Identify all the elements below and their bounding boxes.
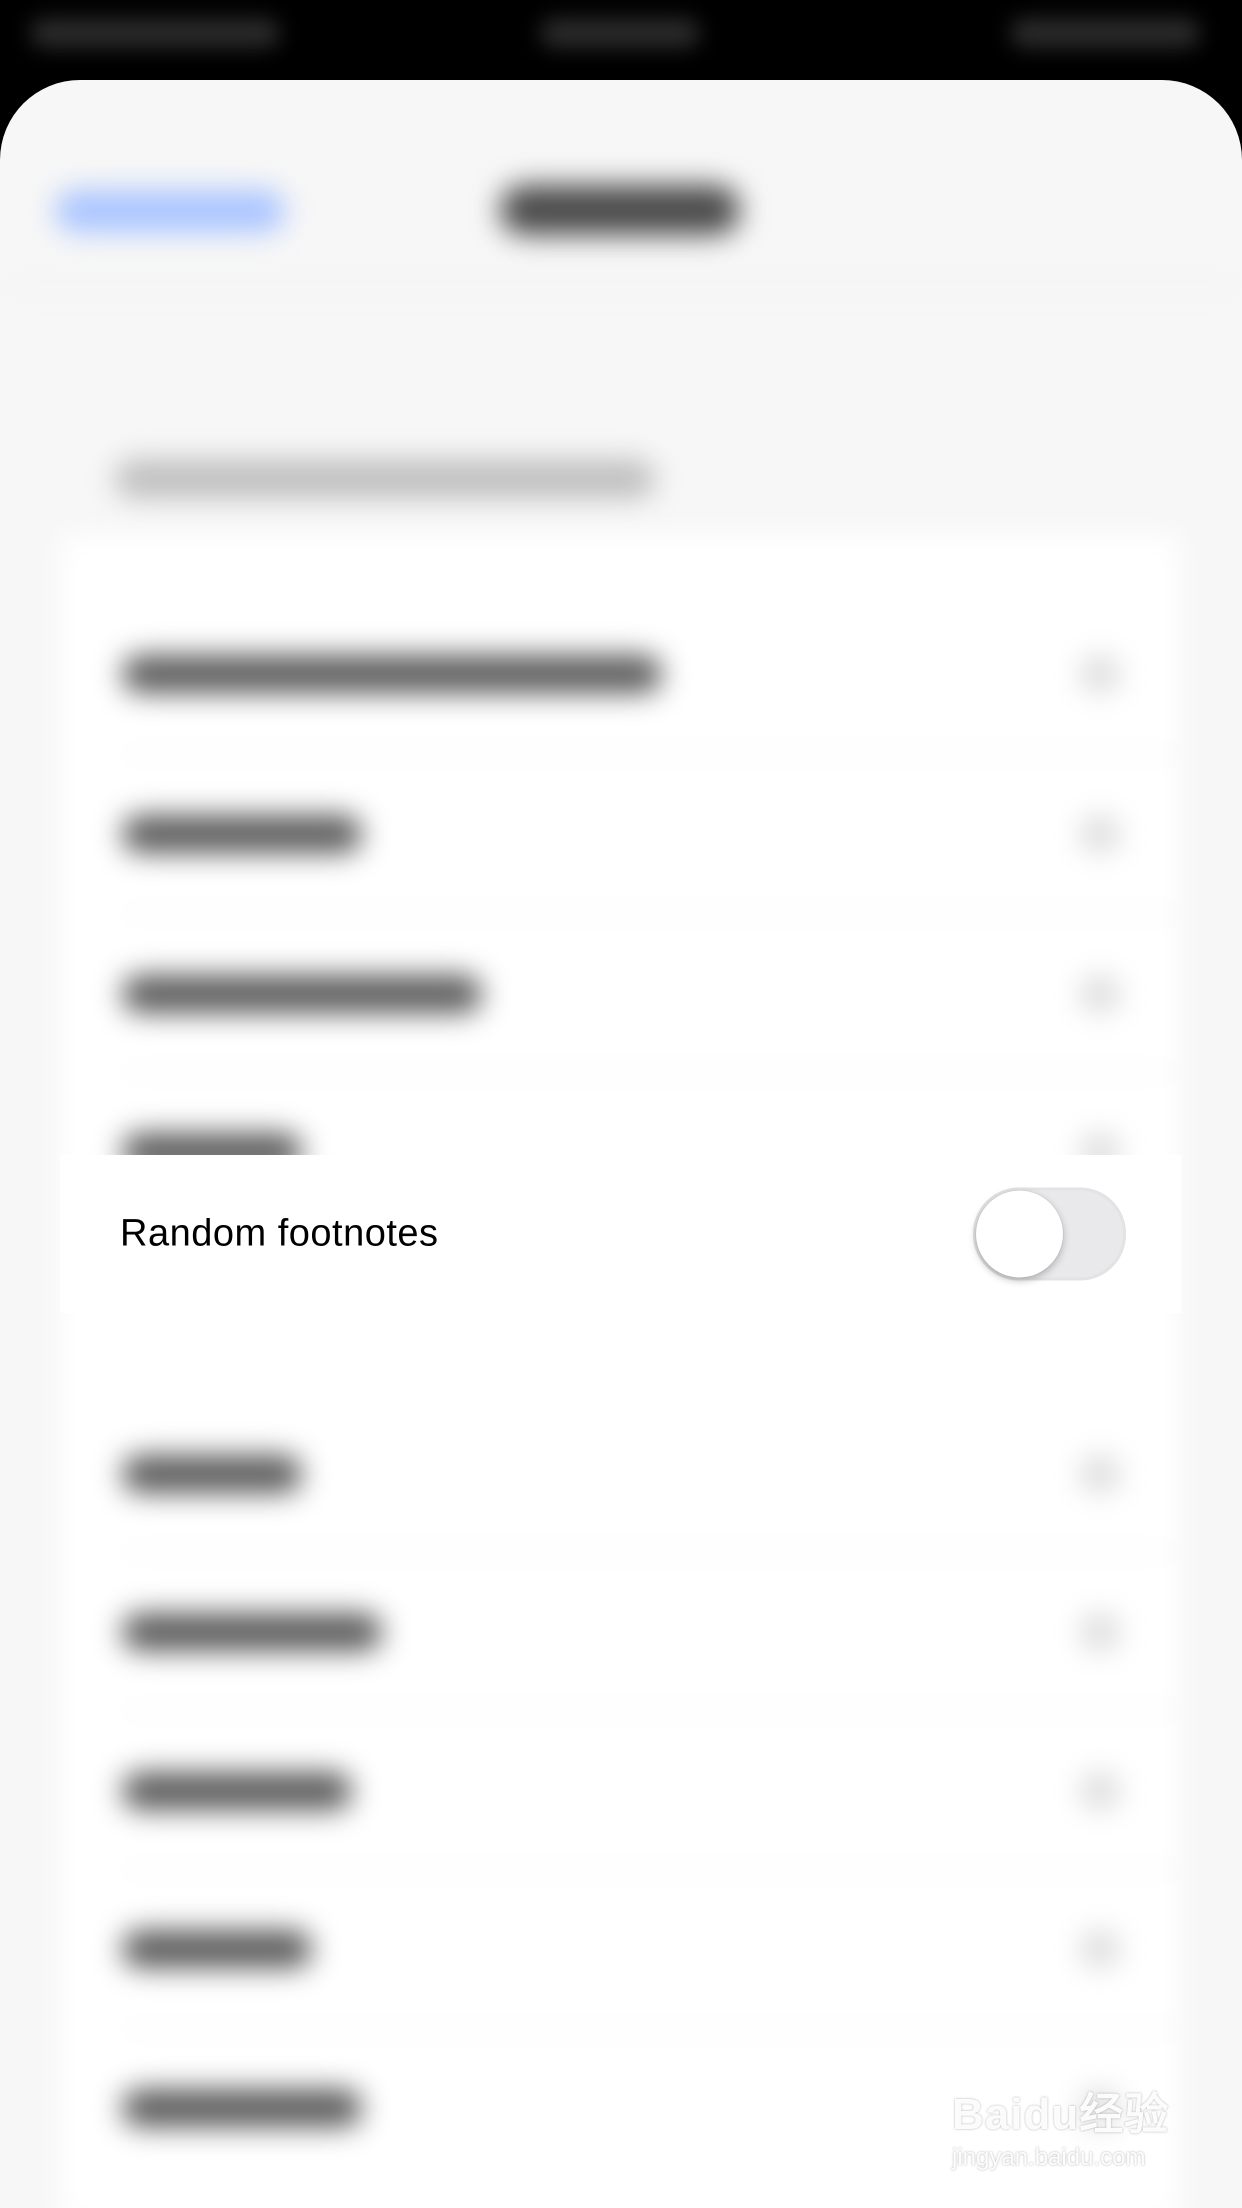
watermark-logo: Baidu经验	[952, 2090, 1170, 2139]
toggle-knob	[976, 1190, 1063, 1278]
status-center-blur	[540, 18, 700, 48]
status-right-blur	[1010, 18, 1200, 48]
random-footnotes-row: Random footnotes	[60, 1155, 1181, 1313]
list-item-blurred[interactable]	[122, 1772, 352, 1810]
section-header-blurred	[115, 460, 655, 498]
row-accessory-blurred	[1080, 975, 1120, 1013]
list-item-blurred[interactable]	[122, 2089, 362, 2127]
list-item-blurred[interactable]	[122, 1455, 302, 1493]
list-item-blurred[interactable]	[122, 975, 482, 1013]
row-separator	[122, 1551, 1180, 1553]
settings-sheet	[0, 80, 1242, 2208]
list-item-blurred[interactable]	[122, 1930, 312, 1968]
blurred-background-content	[0, 80, 1242, 2208]
baidu-watermark: Baidu经验 jingyan.baidu.com	[952, 2078, 1192, 2178]
row-separator	[122, 2028, 1180, 2030]
row-accessory-blurred	[1080, 655, 1120, 693]
list-item-blurred[interactable]	[122, 815, 362, 853]
nav-title-blurred	[500, 185, 740, 235]
list-item-blurred[interactable]	[122, 1613, 382, 1651]
row-accessory-blurred	[1080, 1930, 1120, 1968]
back-button-blurred[interactable]	[55, 190, 285, 232]
row-separator	[122, 753, 1180, 755]
row-separator	[122, 1071, 1180, 1073]
row-accessory-blurred	[1080, 815, 1120, 853]
row-accessory-blurred	[1080, 1772, 1120, 1810]
row-separator	[122, 1710, 1180, 1712]
row-accessory-blurred	[1080, 1455, 1120, 1493]
row-separator	[122, 1869, 1180, 1871]
nav-separator	[0, 285, 1242, 287]
random-footnotes-toggle[interactable]	[973, 1187, 1126, 1281]
row-separator	[122, 912, 1180, 914]
settings-group	[60, 535, 1180, 2208]
row-accessory-blurred	[1080, 1613, 1120, 1651]
random-footnotes-label: Random footnotes	[120, 1212, 439, 1255]
watermark-url: jingyan.baidu.com	[952, 2144, 1146, 2171]
status-left-blur	[30, 18, 280, 48]
list-item-blurred[interactable]	[122, 655, 662, 693]
